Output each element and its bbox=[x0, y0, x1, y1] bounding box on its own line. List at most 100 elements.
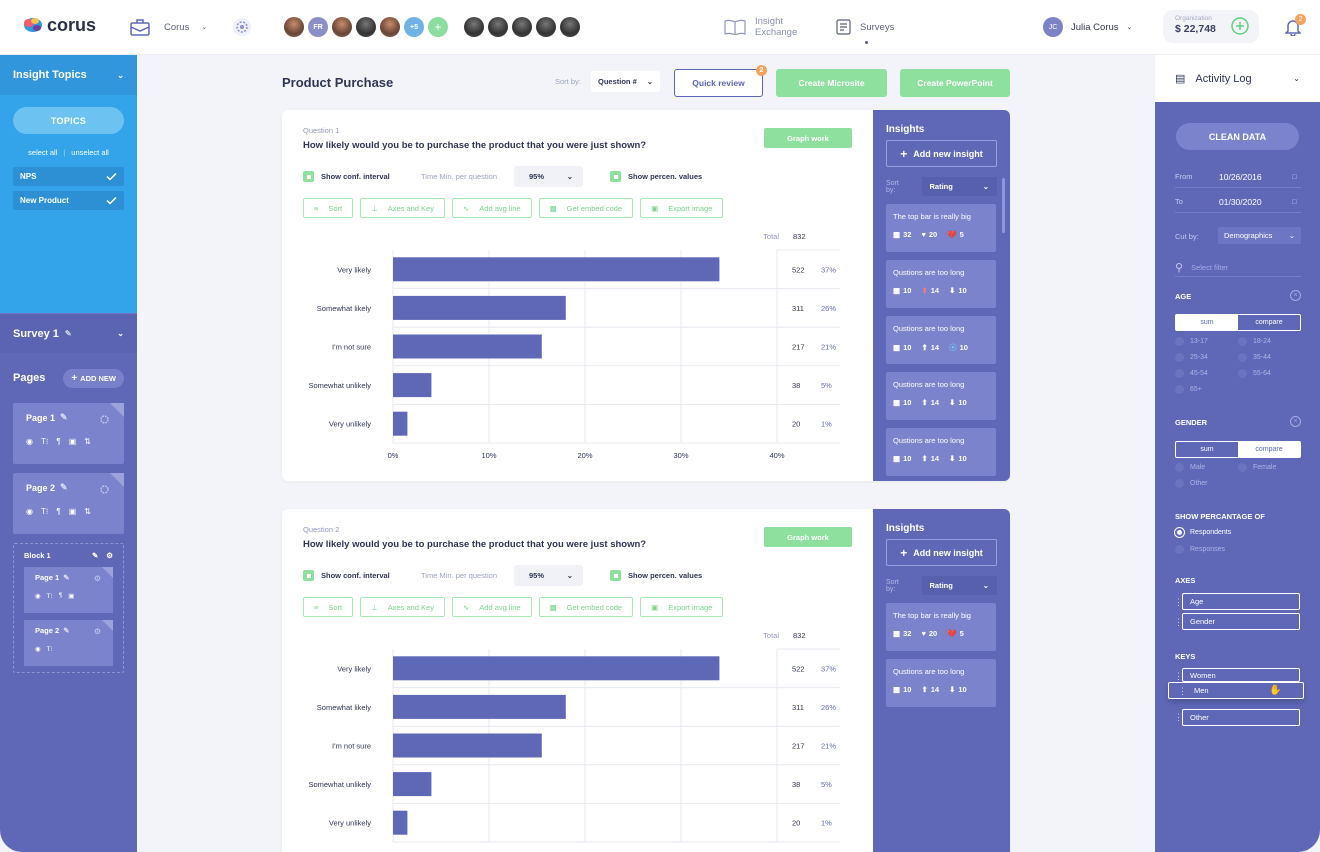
add-collaborator-button[interactable]: + bbox=[428, 17, 448, 37]
age-option[interactable]: 65+ bbox=[1175, 385, 1202, 394]
age-sum-compare-toggle[interactable]: sum compare bbox=[1175, 314, 1301, 331]
sliders-icon[interactable]: ⇅ bbox=[84, 437, 91, 446]
gear-icon[interactable]: ⚙ bbox=[106, 551, 113, 560]
close-icon[interactable]: × bbox=[1290, 416, 1301, 427]
notifications-bell-icon[interactable]: 2 bbox=[1285, 14, 1306, 36]
key-item-women[interactable]: Women bbox=[1182, 668, 1300, 682]
user-menu[interactable]: JC Julia Corus ⌄ bbox=[1043, 17, 1132, 37]
age-option[interactable]: 55-64 bbox=[1238, 369, 1271, 378]
add-insight-button[interactable]: + Add new insight bbox=[886, 539, 997, 566]
sliders-icon[interactable]: ⇅ bbox=[84, 507, 91, 516]
avatar[interactable] bbox=[284, 17, 304, 37]
bar[interactable] bbox=[393, 334, 542, 359]
age-option[interactable]: 18-24 bbox=[1238, 337, 1271, 346]
sum-option[interactable]: sum bbox=[1176, 442, 1238, 457]
add-insight-button[interactable]: + Add new insight bbox=[886, 140, 997, 167]
survey-selector[interactable]: Survey 1 ✎ ⌄ bbox=[0, 313, 137, 353]
to-date-field[interactable]: To 01/30/2020 □ bbox=[1175, 197, 1297, 207]
dislikes-count[interactable]: ⬇ 10 bbox=[949, 398, 967, 407]
likes-count[interactable]: ⬆ 14 bbox=[921, 398, 939, 407]
text-icon[interactable]: T⁝ bbox=[47, 645, 53, 653]
clean-data-button[interactable]: CLEAN DATA bbox=[1176, 123, 1299, 150]
nav-insight-exchange[interactable]: Insight Exchange bbox=[724, 16, 797, 38]
likes-count[interactable]: ⬆ 14 bbox=[921, 286, 939, 295]
comments-count[interactable]: ▩ 10 bbox=[893, 398, 911, 407]
calendar-icon[interactable]: □ bbox=[1292, 197, 1297, 206]
comments-count[interactable]: ▩ 10 bbox=[893, 685, 911, 694]
create-powerpoint-button[interactable]: Create PowerPoint bbox=[900, 69, 1010, 97]
sum-option[interactable]: sum bbox=[1176, 315, 1238, 330]
calendar-icon[interactable]: □ bbox=[1292, 172, 1297, 181]
bar[interactable] bbox=[393, 257, 720, 282]
comments-count[interactable]: ▩ 10 bbox=[893, 343, 911, 352]
image-icon[interactable]: ▣ bbox=[69, 507, 77, 516]
topic-tag-nps[interactable]: NPS bbox=[13, 167, 124, 186]
pencil-icon[interactable]: ✎ bbox=[60, 482, 68, 493]
topics-button[interactable]: TOPICS bbox=[13, 107, 124, 134]
topic-tag-new-product[interactable]: New Product bbox=[13, 191, 124, 210]
likes-count[interactable]: ♥ 20 bbox=[921, 230, 937, 239]
target-icon[interactable]: ◉ bbox=[26, 507, 33, 516]
bar[interactable] bbox=[393, 733, 542, 758]
age-option[interactable]: 35-44 bbox=[1238, 353, 1271, 362]
gender-sum-compare-toggle[interactable]: sum compare bbox=[1175, 441, 1301, 458]
insight-card[interactable]: Qustions are too long ▩ 10 ⬆ 14 ⦿ 10 bbox=[886, 316, 996, 364]
pencil-icon[interactable]: ✎ bbox=[92, 551, 98, 560]
pencil-icon[interactable]: ✎ bbox=[65, 329, 72, 338]
avatar[interactable] bbox=[332, 17, 352, 37]
add-new-page-button[interactable]: + ADD NEW bbox=[63, 368, 124, 388]
project-selector[interactable]: Corus ⌄ bbox=[130, 18, 207, 36]
close-icon[interactable]: × bbox=[1290, 290, 1301, 301]
page-card-1[interactable]: Page 1 ✎ ◉ T⁝ ¶ ▣ ⇅ bbox=[13, 403, 124, 464]
bar[interactable] bbox=[393, 694, 566, 719]
bar[interactable] bbox=[393, 373, 432, 398]
bar[interactable] bbox=[393, 656, 720, 681]
avatar[interactable] bbox=[536, 17, 556, 37]
age-option[interactable]: 25-34 bbox=[1175, 353, 1208, 362]
select-all-link[interactable]: select all bbox=[28, 148, 57, 157]
gender-option[interactable]: Male bbox=[1175, 463, 1205, 472]
avatar[interactable] bbox=[488, 17, 508, 37]
cut-by-select[interactable]: Demographics ⌄ bbox=[1218, 227, 1301, 244]
pencil-icon[interactable]: ✎ bbox=[60, 412, 68, 423]
insight-card[interactable]: The top bar is really big ▩ 32 ♥ 20 💔 5 bbox=[886, 204, 996, 252]
dislikes-count[interactable]: 💔 5 bbox=[947, 230, 964, 239]
comments-count[interactable]: ▩ 10 bbox=[893, 454, 911, 463]
drag-handle-icon[interactable]: ⋮ bbox=[1174, 713, 1183, 722]
age-option[interactable]: 45-54 bbox=[1175, 369, 1208, 378]
drag-handle-icon[interactable]: ⋮ bbox=[1174, 598, 1183, 607]
target-icon[interactable]: ◉ bbox=[26, 437, 33, 446]
dislikes-count[interactable]: 💔 5 bbox=[947, 629, 964, 638]
scrollbar[interactable] bbox=[1002, 178, 1005, 233]
avatar[interactable] bbox=[512, 17, 532, 37]
activity-log-header[interactable]: ▤ Activity Log ⌄ bbox=[1155, 55, 1320, 102]
insight-card[interactable]: Qustions are too long ▩ 10 ⬆ 14 ⬇ 10 bbox=[886, 428, 996, 476]
pencil-icon[interactable]: ✎ bbox=[63, 626, 69, 635]
page-card-2[interactable]: Page 2 ✎ ◉ T⁝ ¶ ▣ ⇅ bbox=[13, 473, 124, 534]
comments-count[interactable]: ▩ 10 bbox=[893, 286, 911, 295]
axis-item-age[interactable]: Age bbox=[1182, 593, 1300, 610]
insight-topics-header[interactable]: Insight Topics ⌄ bbox=[0, 55, 137, 95]
axis-item-gender[interactable]: Gender bbox=[1182, 613, 1300, 630]
more-avatars-badge[interactable]: +5 bbox=[404, 17, 424, 37]
avatar[interactable] bbox=[560, 17, 580, 37]
target-icon[interactable]: ◉ bbox=[35, 592, 41, 600]
text-icon[interactable]: T⁝ bbox=[41, 437, 48, 446]
likes-count[interactable]: ⬆ 14 bbox=[921, 454, 939, 463]
compare-option[interactable]: compare bbox=[1238, 315, 1300, 330]
gear-icon[interactable]: ⚙ bbox=[94, 627, 101, 636]
key-item-other[interactable]: Other bbox=[1182, 709, 1300, 726]
dislikes-count[interactable]: ⬇ 10 bbox=[949, 286, 967, 295]
avatar-initials[interactable]: FR bbox=[308, 17, 328, 37]
gear-icon[interactable] bbox=[99, 414, 110, 425]
age-option[interactable]: 13-17 bbox=[1175, 337, 1208, 346]
gear-icon[interactable]: ⚙ bbox=[94, 574, 101, 583]
dislikes-count[interactable]: ⦿ 10 bbox=[949, 342, 968, 353]
dragging-key-item-men[interactable]: ⋮ Men ✋ bbox=[1168, 682, 1304, 699]
gender-option[interactable]: Female bbox=[1238, 463, 1276, 472]
dislikes-count[interactable]: ⬇ 10 bbox=[949, 454, 967, 463]
paragraph-icon[interactable]: ¶ bbox=[59, 592, 63, 600]
avatar[interactable] bbox=[356, 17, 376, 37]
block-page-card-1[interactable]: Page 1 ✎ ⚙ ◉ T⁝ ¶ ▣ bbox=[24, 567, 113, 613]
image-icon[interactable]: ▣ bbox=[68, 592, 74, 600]
